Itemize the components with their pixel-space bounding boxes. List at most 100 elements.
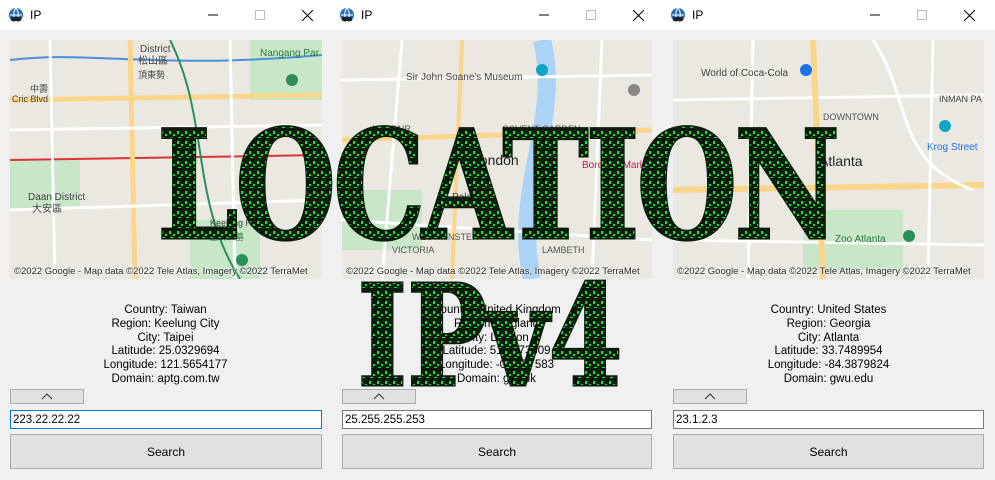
close-icon: [301, 9, 313, 21]
region-label: Region: England: [453, 317, 540, 330]
map-label: 頂東勢: [138, 69, 165, 81]
title-bar[interactable]: IP: [331, 0, 662, 30]
minimize-button[interactable]: [853, 0, 897, 30]
park-pin-icon: [286, 74, 298, 86]
history-up-button[interactable]: [342, 389, 416, 404]
domain-label: Domain: gov.uk: [456, 372, 537, 385]
map-label: District: [140, 44, 171, 55]
maximize-button[interactable]: [238, 0, 282, 30]
map-label: London: [472, 152, 519, 168]
map-label: Sir John Soane's Museum: [406, 72, 522, 83]
ip-app-icon: [339, 7, 355, 23]
search-button[interactable]: Search: [10, 434, 322, 469]
chevron-up-icon: [373, 393, 385, 400]
map-label: 松山區: [138, 54, 168, 67]
close-button[interactable]: [285, 0, 329, 30]
history-up-button[interactable]: [10, 389, 84, 404]
park-pin-icon: [236, 254, 248, 266]
minimize-icon: [870, 14, 880, 16]
map-label: INMAN PA: [939, 94, 982, 104]
city-label: City: Atlanta: [797, 331, 860, 344]
map-label: DOWNTOWN: [823, 112, 879, 122]
map-label: WESTMINSTER: [412, 232, 479, 242]
ip-address-input[interactable]: [673, 410, 984, 429]
maximize-icon: [917, 10, 927, 20]
maximize-button[interactable]: [569, 0, 613, 30]
map-label: World of Coca-Cola: [701, 68, 789, 79]
country-label: Country: United Kingdom: [432, 304, 561, 316]
minimize-icon: [539, 14, 549, 16]
chevron-up-icon: [41, 393, 53, 400]
maximize-button[interactable]: [900, 0, 944, 30]
ip-app-icon: [670, 7, 686, 23]
maximize-icon: [255, 10, 265, 20]
close-button[interactable]: [616, 0, 660, 30]
map-copyright: ©2022 Google - Map data ©2022 Tele Atlas…: [677, 266, 971, 277]
ip-window-london: IP Sir John Soane's Museum MAYFAIR COVEN…: [331, 0, 662, 480]
longitude-label: Longitude: -0.1277583: [438, 359, 555, 372]
map-label: 福州公墓: [208, 231, 244, 243]
title-bar[interactable]: IP: [662, 0, 995, 30]
close-icon: [963, 9, 975, 21]
ip-window-atlanta: IP World of Coca-Cola INMAN PA Krog Stre…: [662, 0, 995, 480]
location-map[interactable]: District 松山區 Nangang Par 頂東勢 中壽 Cric Blv…: [10, 40, 322, 279]
minimize-button[interactable]: [191, 0, 235, 30]
map-label: COVENT GARDEN: [502, 124, 580, 134]
maximize-icon: [586, 10, 596, 20]
close-button[interactable]: [947, 0, 991, 30]
window-title: IP: [30, 8, 42, 22]
latitude-label: Latitude: 51.5073509: [442, 345, 551, 358]
close-icon: [632, 9, 644, 21]
chevron-up-icon: [704, 393, 716, 400]
location-map[interactable]: World of Coca-Cola INMAN PA Krog Street …: [673, 40, 984, 279]
history-up-button[interactable]: [673, 389, 747, 404]
map-copyright: ©2022 Google - Map data ©2022 Tele Atlas…: [14, 266, 308, 277]
region-label: Region: Georgia: [786, 317, 871, 330]
map-label: Krog Street: [927, 142, 978, 153]
minimize-button[interactable]: [522, 0, 566, 30]
ip-app-icon: [8, 7, 24, 23]
longitude-label: Longitude: -84.3879824: [767, 359, 890, 372]
location-map[interactable]: Sir John Soane's Museum MAYFAIR COVENT G…: [342, 40, 652, 279]
attraction-pin-icon: [800, 64, 812, 76]
park-pin-icon: [903, 230, 915, 242]
window-title: IP: [692, 8, 704, 22]
latitude-label: Latitude: 25.0329694: [111, 345, 220, 358]
map-label: Atlanta: [819, 153, 863, 169]
country-label: Country: Taiwan: [124, 304, 207, 316]
map-label: Cric Blvd: [12, 94, 48, 104]
ip-window-taipei: IP District 松山區 Nangang Par 頂東勢 中壽 Cric …: [0, 0, 331, 480]
latitude-label: Latitude: 33.7489954: [774, 345, 883, 358]
map-copyright: ©2022 Google - Map data ©2022 Tele Atlas…: [346, 266, 640, 277]
map-label: MAYFAIR: [372, 124, 411, 134]
domain-label: Domain: gwu.edu: [783, 372, 874, 385]
map-label: Keelung Rd: [210, 218, 257, 228]
ip-address-input[interactable]: [342, 410, 652, 429]
map-label: LAMBETH: [542, 245, 585, 255]
attraction-pin-icon: [939, 120, 951, 132]
domain-label: Domain: aptg.com.tw: [111, 372, 220, 385]
map-label: 大安區: [32, 202, 62, 215]
region-label: Region: Keelung City: [111, 317, 220, 330]
country-label: Country: United States: [770, 304, 887, 316]
map-label: VICTORIA: [392, 245, 434, 255]
map-label: Borough Market: [582, 160, 652, 171]
window-title: IP: [361, 8, 373, 22]
search-button[interactable]: Search: [342, 434, 652, 469]
location-info: Country: Taiwan Region: Keelung City Cit…: [0, 304, 331, 387]
minimize-icon: [208, 14, 218, 16]
ip-address-input[interactable]: [10, 410, 322, 429]
location-info: Country: United States Region: Georgia C…: [662, 304, 995, 387]
map-label: Daan District: [28, 192, 85, 203]
place-pin-icon: [628, 84, 640, 96]
location-info: Country: United Kingdom Region: England …: [331, 304, 662, 387]
museum-pin-icon: [536, 64, 548, 76]
city-label: City: London: [464, 331, 529, 344]
map-label: Palace: [452, 192, 483, 203]
map-label: Zoo Atlanta: [835, 234, 886, 245]
map-label: Nangang Par: [260, 48, 320, 59]
city-label: City: Taipei: [137, 331, 194, 344]
longitude-label: Longitude: 121.5654177: [103, 359, 228, 372]
title-bar[interactable]: IP: [0, 0, 331, 30]
search-button[interactable]: Search: [673, 434, 984, 469]
